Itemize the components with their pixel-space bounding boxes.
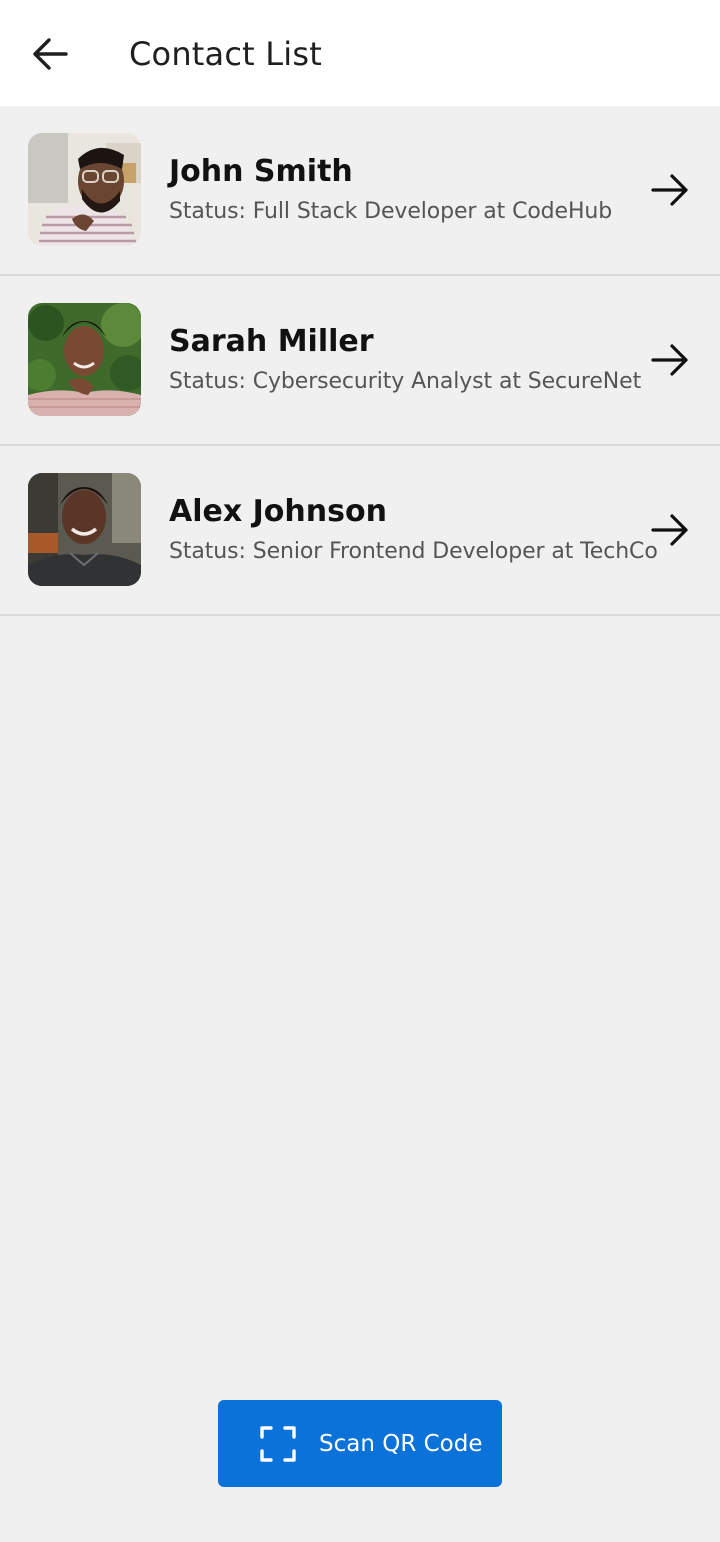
- app-screen: Contact List John Smith Status: Full Sta…: [0, 0, 720, 1542]
- app-header: Contact List: [0, 0, 720, 106]
- contact-list: John Smith Status: Full Stack Developer …: [0, 106, 720, 616]
- contact-item-john-smith[interactable]: John Smith Status: Full Stack Developer …: [0, 106, 720, 276]
- arrow-right-icon[interactable]: [649, 510, 691, 550]
- contact-status: Status: Senior Frontend Developer at Tec…: [169, 539, 658, 564]
- avatar: [28, 473, 141, 586]
- contact-item-sarah-miller[interactable]: Sarah Miller Status: Cybersecurity Analy…: [0, 276, 720, 446]
- avatar: [28, 133, 141, 246]
- contact-item-alex-johnson[interactable]: Alex Johnson Status: Senior Frontend Dev…: [0, 446, 720, 616]
- back-button[interactable]: [20, 28, 80, 80]
- qr-scan-icon: [260, 1426, 296, 1462]
- arrow-right-icon[interactable]: [649, 340, 691, 380]
- arrow-left-icon: [33, 38, 68, 70]
- contact-name: Alex Johnson: [169, 494, 387, 529]
- contact-name: John Smith: [169, 154, 353, 189]
- contact-name: Sarah Miller: [169, 324, 374, 359]
- scan-button-label: Scan QR Code: [319, 1431, 483, 1457]
- arrow-right-icon[interactable]: [649, 170, 691, 210]
- contact-status: Status: Full Stack Developer at CodeHub: [169, 199, 613, 224]
- page-title: Contact List: [129, 35, 323, 73]
- avatar: [28, 303, 141, 416]
- contact-status: Status: Cybersecurity Analyst at SecureN…: [169, 369, 642, 394]
- scan-qr-code-button[interactable]: Scan QR Code: [218, 1400, 502, 1487]
